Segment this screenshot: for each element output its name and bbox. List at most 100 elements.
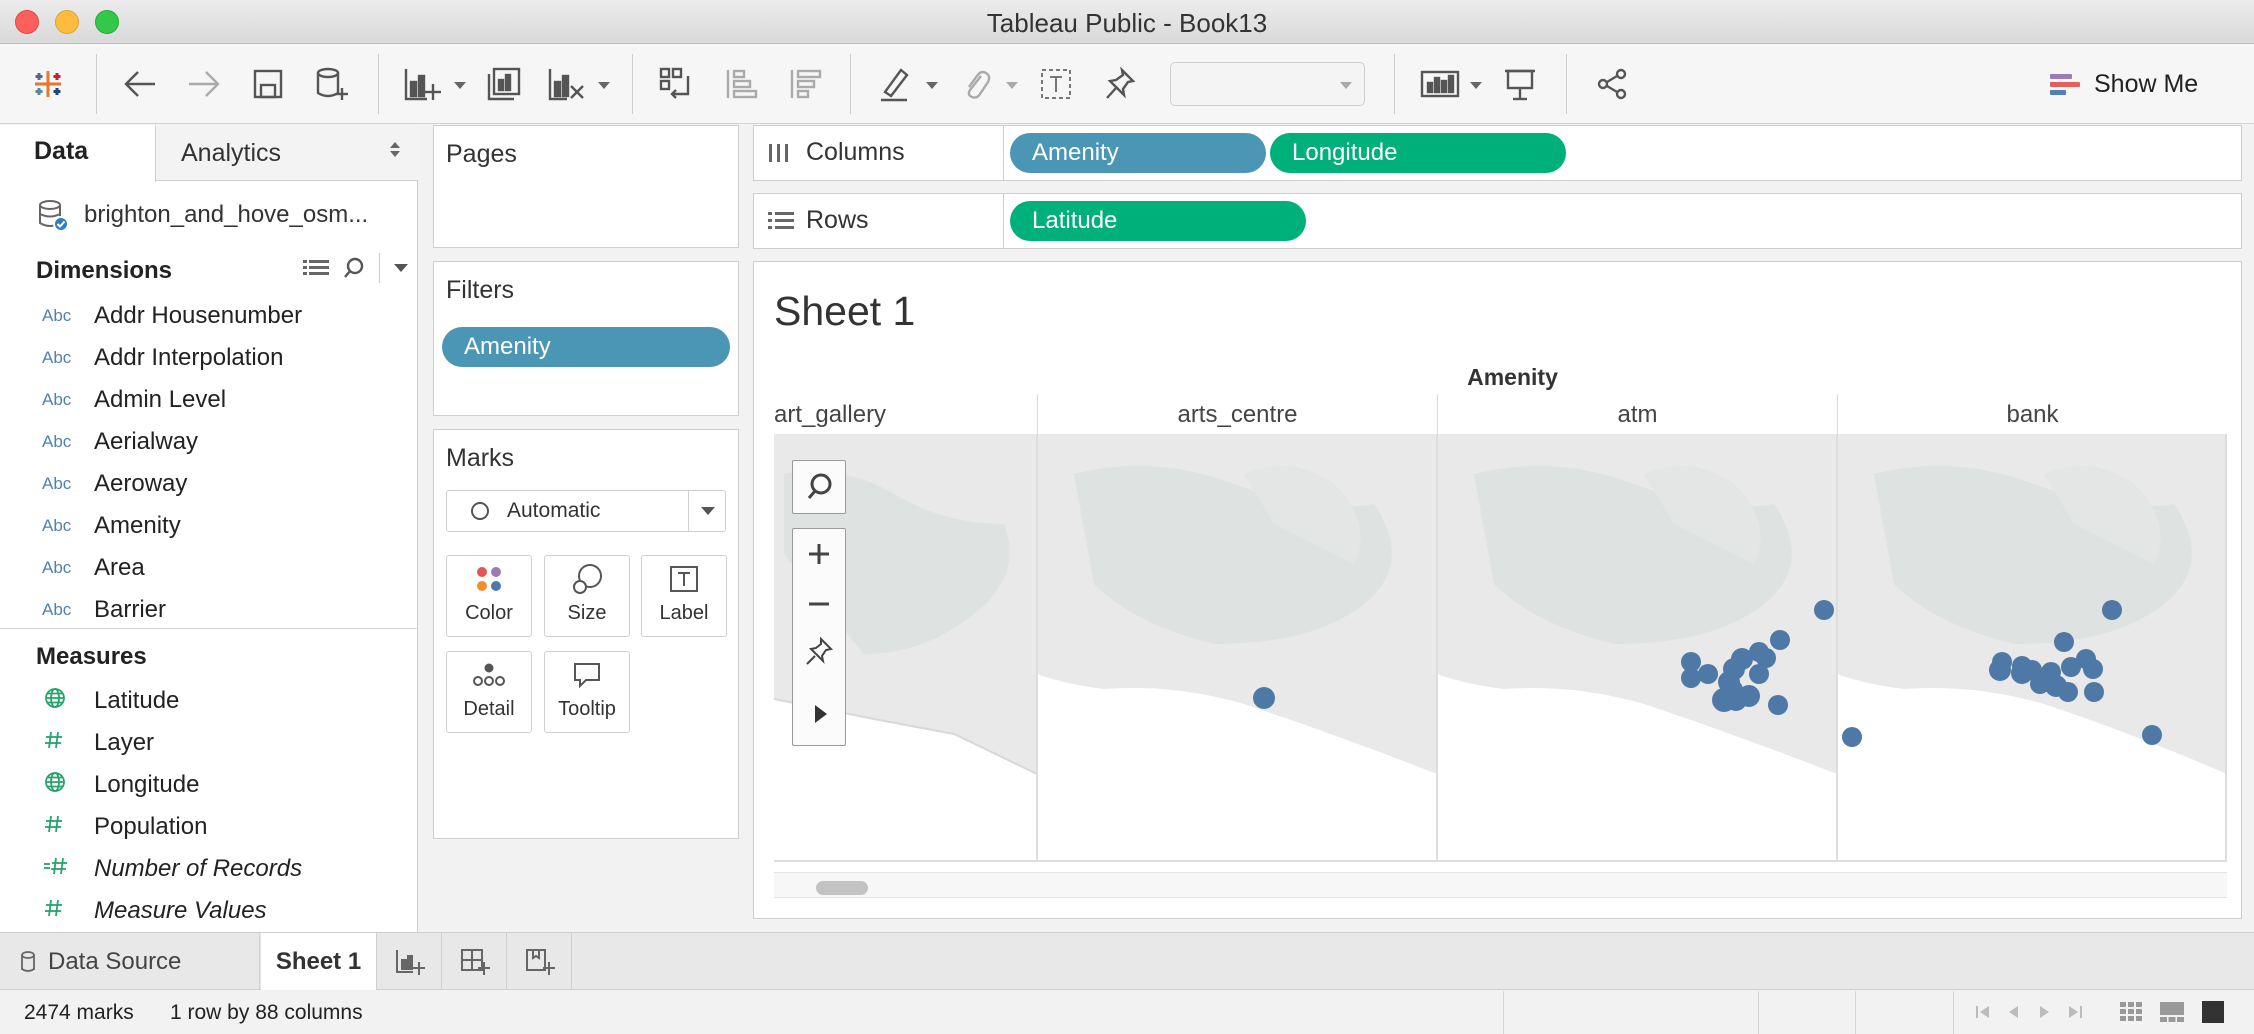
- map-mark[interactable]: [1253, 687, 1275, 709]
- measure-field[interactable]: Number of Records: [0, 848, 418, 890]
- presentation-mode-icon[interactable]: [1496, 60, 1544, 108]
- map-mark[interactable]: [1989, 659, 2011, 681]
- sort-ascending-icon[interactable]: [716, 60, 764, 108]
- map-mark[interactable]: [2102, 600, 2122, 620]
- duplicate-sheet-icon[interactable]: [480, 60, 528, 108]
- zoom-out-icon[interactable]: [793, 579, 845, 629]
- dimension-field[interactable]: Abc Area: [0, 547, 418, 589]
- show-me-icon: [2050, 71, 2080, 98]
- sort-descending-icon[interactable]: [780, 60, 828, 108]
- new-datasource-icon[interactable]: [308, 60, 356, 108]
- group-members-icon[interactable]: [952, 60, 1000, 108]
- tableau-logo-icon[interactable]: [24, 60, 72, 108]
- swap-rows-columns-icon[interactable]: [652, 60, 700, 108]
- database-icon: [21, 950, 35, 972]
- map-mark[interactable]: [1681, 668, 1701, 688]
- filmstrip-view-icon[interactable]: [2160, 1002, 2184, 1022]
- sheet-tab-sheet-1[interactable]: Sheet 1: [261, 933, 377, 990]
- expand-toolbar-icon[interactable]: [793, 689, 845, 739]
- list-view-icon[interactable]: [303, 258, 329, 278]
- tooltip-button[interactable]: Tooltip: [544, 651, 630, 733]
- dimension-field[interactable]: Abc Barrier: [0, 589, 418, 631]
- pane-header-art-gallery[interactable]: art_gallery: [774, 394, 1037, 434]
- forward-arrow-icon[interactable]: [180, 60, 228, 108]
- tooltip-icon: [574, 663, 600, 689]
- columns-shelf[interactable]: Columns Amenity Longitude: [753, 125, 2242, 181]
- map-mark[interactable]: [2022, 660, 2042, 680]
- map-mark[interactable]: [1749, 664, 1769, 684]
- map-canvas[interactable]: [774, 434, 2227, 862]
- datasource-item[interactable]: brighton_and_hove_osm...: [36, 195, 368, 235]
- map-mark[interactable]: [2142, 725, 2162, 745]
- map-mark[interactable]: [2058, 682, 2078, 702]
- column-pill-amenity[interactable]: Amenity: [1010, 133, 1266, 173]
- show-me-button[interactable]: Show Me: [2050, 66, 2198, 102]
- clear-sheet-icon[interactable]: [542, 60, 590, 108]
- dimension-field[interactable]: Abc Aerialway: [0, 421, 418, 463]
- measure-field[interactable]: Measure Values: [0, 890, 418, 932]
- color-button[interactable]: Color: [446, 555, 532, 637]
- single-view-icon[interactable]: [2202, 1001, 2224, 1023]
- highlight-icon[interactable]: [870, 60, 918, 108]
- map-mark[interactable]: [1768, 695, 1788, 715]
- show-mark-labels-icon[interactable]: [1032, 60, 1080, 108]
- search-icon[interactable]: [343, 257, 365, 279]
- dimension-field[interactable]: Abc Aeroway: [0, 463, 418, 505]
- mark-type-dropdown[interactable]: Automatic: [446, 490, 726, 532]
- zoom-in-icon[interactable]: [793, 529, 845, 579]
- size-button[interactable]: Size: [544, 555, 630, 637]
- map-mark[interactable]: [2041, 662, 2061, 682]
- dimension-field[interactable]: Abc Admin Level: [0, 379, 418, 421]
- map-mark[interactable]: [2061, 657, 2081, 677]
- map-search-button[interactable]: [792, 460, 846, 514]
- map-mark[interactable]: [2083, 659, 2103, 679]
- measure-field[interactable]: Latitude: [0, 680, 418, 722]
- first-sheet-icon[interactable]: [1975, 1004, 1991, 1020]
- new-worksheet-tab-button[interactable]: [378, 933, 442, 990]
- next-sheet-icon[interactable]: [2037, 1004, 2051, 1020]
- new-worksheet-icon[interactable]: [398, 60, 446, 108]
- map-mark[interactable]: [1712, 688, 1736, 712]
- last-sheet-icon[interactable]: [2067, 1004, 2083, 1020]
- measure-field[interactable]: Population: [0, 806, 418, 848]
- pane-header-bank[interactable]: bank: [1837, 394, 2227, 434]
- fix-axes-pin-icon[interactable]: [1096, 60, 1144, 108]
- fit-dropdown[interactable]: [1170, 62, 1365, 106]
- tab-analytics[interactable]: Analytics: [157, 125, 418, 181]
- filter-pill-amenity[interactable]: Amenity: [442, 327, 730, 367]
- horizontal-scrollbar[interactable]: [774, 872, 2227, 898]
- filters-shelf[interactable]: Filters Amenity: [433, 261, 739, 416]
- data-source-tab[interactable]: Data Source: [0, 933, 260, 990]
- pane-header-arts-centre[interactable]: arts_centre: [1037, 394, 1437, 434]
- column-pill-longitude[interactable]: Longitude: [1270, 133, 1566, 173]
- row-pill-latitude[interactable]: Latitude: [1010, 201, 1306, 241]
- measure-field[interactable]: Longitude: [0, 764, 418, 806]
- chevron-down-icon[interactable]: [394, 264, 408, 272]
- new-story-tab-button[interactable]: [508, 933, 572, 990]
- measure-field[interactable]: Layer: [0, 722, 418, 764]
- pages-shelf[interactable]: Pages: [433, 125, 739, 248]
- share-icon[interactable]: [1588, 60, 1636, 108]
- map-mark[interactable]: [2054, 632, 2074, 652]
- pin-icon[interactable]: [793, 627, 845, 677]
- pane-header-atm[interactable]: atm: [1437, 394, 1837, 434]
- map-mark[interactable]: [1814, 600, 1834, 620]
- grid-view-icon[interactable]: [2120, 1002, 2142, 1022]
- previous-sheet-icon[interactable]: [2007, 1004, 2021, 1020]
- map-mark[interactable]: [1698, 664, 1718, 684]
- map-mark[interactable]: [1770, 630, 1790, 650]
- tab-data[interactable]: Data: [0, 125, 156, 182]
- presentation-size-icon[interactable]: [1414, 60, 1470, 108]
- dimension-field[interactable]: Abc Addr Housenumber: [0, 295, 418, 337]
- label-button[interactable]: Label: [641, 555, 727, 637]
- back-arrow-icon[interactable]: [116, 60, 164, 108]
- save-icon[interactable]: [244, 60, 292, 108]
- detail-button[interactable]: Detail: [446, 651, 532, 733]
- scrollbar-thumb[interactable]: [816, 881, 868, 895]
- dimension-field[interactable]: Abc Amenity: [0, 505, 418, 547]
- dimension-field[interactable]: Abc Addr Interpolation: [0, 337, 418, 379]
- new-dashboard-tab-button[interactable]: [443, 933, 507, 990]
- map-mark[interactable]: [2084, 682, 2104, 702]
- map-mark[interactable]: [1842, 727, 1862, 747]
- rows-shelf[interactable]: Rows Latitude: [753, 193, 2242, 249]
